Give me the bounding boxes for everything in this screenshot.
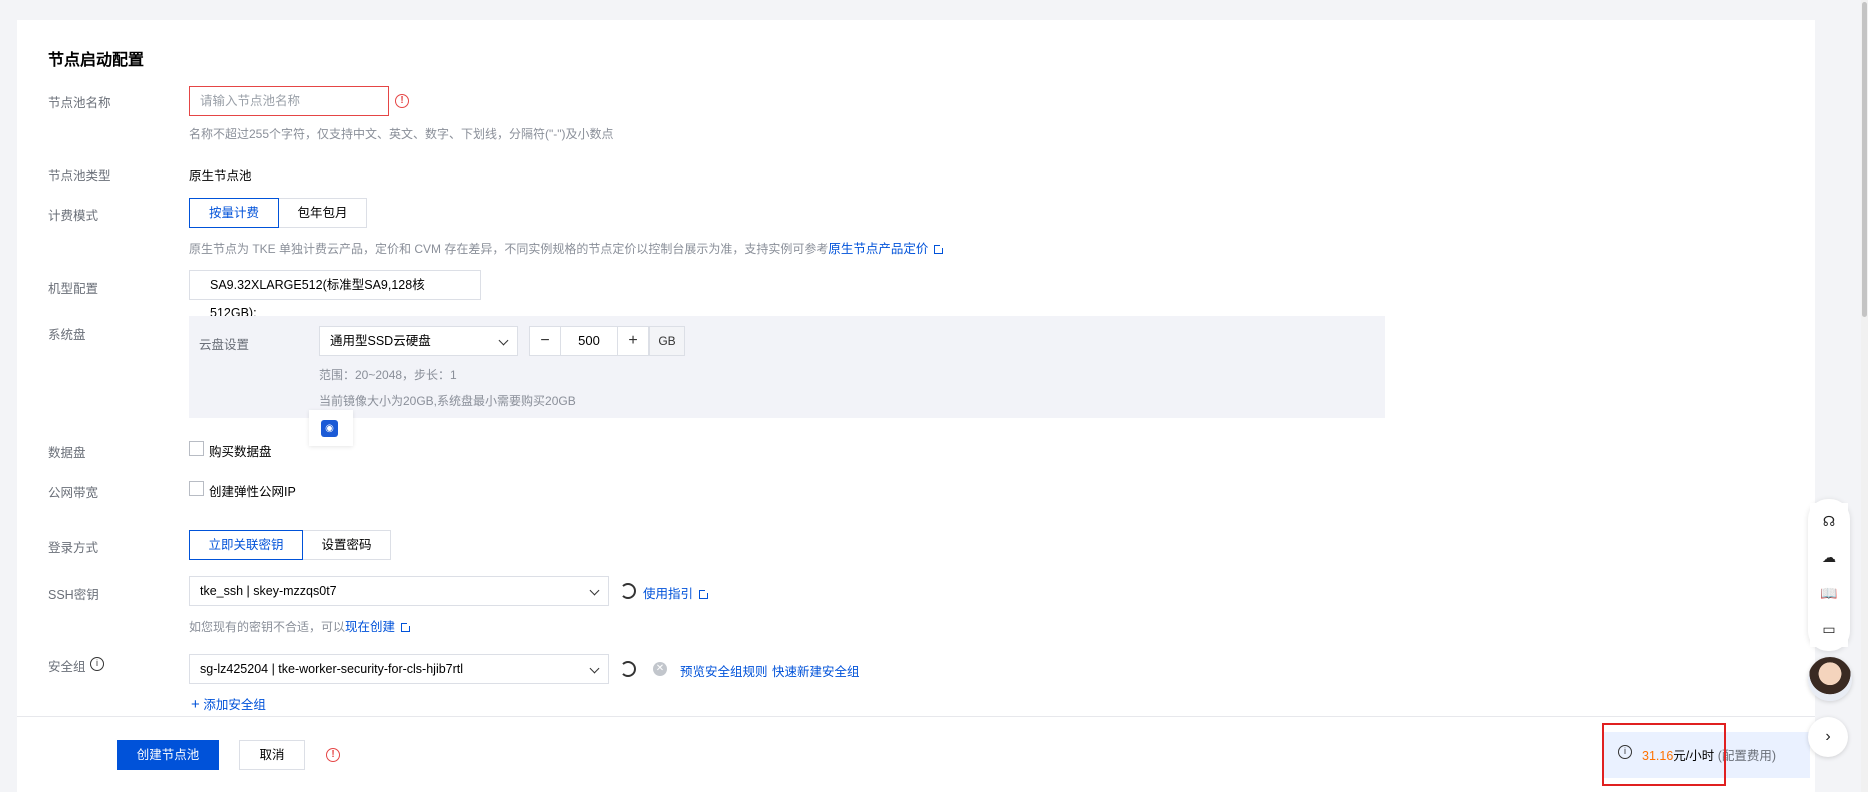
security-group-label: 安全组 bbox=[48, 660, 86, 674]
machine-field[interactable]: SA9.32XLARGE512(标准型SA9,128核512GB); bbox=[189, 270, 481, 320]
feedback-icon[interactable]: ▭ bbox=[1810, 611, 1848, 647]
error-icon: ! bbox=[395, 94, 409, 108]
external-link-icon bbox=[401, 621, 413, 632]
refresh-icon[interactable] bbox=[620, 661, 636, 677]
decrement-button[interactable]: − bbox=[530, 327, 560, 355]
pricing-link[interactable]: 原生节点产品定价 bbox=[828, 242, 928, 256]
scrollbar[interactable] bbox=[1861, 0, 1868, 792]
add-security-group[interactable]: + 添加安全组 bbox=[191, 694, 266, 713]
ssh-select[interactable]: tke_ssh | skey-mzzqs0t7 bbox=[189, 576, 609, 606]
machine-label: 机型配置 bbox=[48, 282, 99, 296]
billing-option-pay-as-you-go[interactable]: 按量计费 bbox=[189, 198, 279, 228]
eip-checkbox[interactable] bbox=[189, 481, 204, 496]
price-note: (配置费用) bbox=[1717, 749, 1777, 763]
disk-size-input[interactable]: 500 bbox=[560, 327, 618, 355]
login-option-password[interactable]: 设置密码 bbox=[303, 530, 391, 560]
quick-create-sg-link[interactable]: 快速新建安全组 bbox=[772, 661, 860, 680]
pool-name-label: 节点池名称 bbox=[48, 96, 111, 110]
avatar[interactable] bbox=[1808, 657, 1852, 701]
preview-rules-link[interactable]: 预览安全组规则 bbox=[680, 661, 768, 680]
billing-option-monthly[interactable]: 包年包月 bbox=[279, 198, 367, 228]
assistant-icon: ◉ bbox=[321, 420, 338, 437]
pool-type-value: 原生节点池 bbox=[189, 169, 252, 183]
book-icon[interactable]: 📖 bbox=[1810, 575, 1848, 611]
disk-image-hint: 当前镜像大小为20GB,系统盘最小需要购买20GB bbox=[319, 394, 576, 408]
scrollbar-thumb[interactable] bbox=[1862, 2, 1867, 317]
pool-name-hint: 名称不超过255个字符，仅支持中文、英文、数字、下划线，分隔符("-")及小数点 bbox=[189, 127, 614, 141]
add-security-group-link[interactable]: 添加安全组 bbox=[203, 698, 266, 712]
disk-size-stepper: − 500 + bbox=[529, 326, 649, 356]
ssh-value: tke_ssh | skey-mzzqs0t7 bbox=[200, 584, 337, 598]
system-disk-label: 系统盘 bbox=[48, 328, 86, 342]
login-label: 登录方式 bbox=[48, 541, 99, 555]
pool-type-label: 节点池类型 bbox=[48, 169, 111, 183]
data-disk-label: 数据盘 bbox=[48, 446, 86, 460]
security-group-select[interactable]: sg-lz425204 | tke-worker-security-for-cl… bbox=[189, 654, 609, 684]
chevron-down-icon bbox=[589, 663, 600, 674]
bandwidth-label: 公网带宽 bbox=[48, 486, 99, 500]
login-option-key[interactable]: 立即关联密钥 bbox=[189, 530, 303, 560]
cancel-button[interactable]: 取消 bbox=[239, 740, 305, 770]
external-link-icon bbox=[934, 243, 946, 254]
billing-segment: 按量计费 包年包月 bbox=[189, 198, 367, 228]
billing-hint-text: 原生节点为 TKE 单独计费云产品，定价和 CVM 存在差异，不同实例规格的节点… bbox=[189, 242, 829, 256]
ssh-hint: 如您现有的密钥不合适，可以现在创建 bbox=[189, 616, 413, 635]
billing-label: 计费模式 bbox=[48, 209, 99, 223]
pool-name-input[interactable]: 请输入节点池名称 bbox=[189, 86, 389, 116]
eip-checkbox-label[interactable]: 创建弹性公网IP bbox=[209, 481, 296, 500]
create-pool-button[interactable]: 创建节点池 bbox=[117, 740, 219, 770]
chevron-down-icon bbox=[498, 335, 509, 346]
security-group-value: sg-lz425204 | tke-worker-security-for-cl… bbox=[200, 662, 464, 676]
headset-icon[interactable]: ☊ bbox=[1810, 503, 1848, 539]
data-disk-checkbox[interactable] bbox=[189, 441, 204, 456]
price-highlight-box bbox=[1602, 723, 1726, 786]
cloud-setting-label: 云盘设置 bbox=[199, 338, 250, 352]
floating-assistant-chip[interactable]: ◉ bbox=[309, 410, 353, 446]
data-disk-checkbox-label[interactable]: 购买数据盘 bbox=[209, 441, 272, 460]
section-title: 节点启动配置 bbox=[48, 52, 145, 69]
floating-toolbar: ☊ ☁ 📖 ▭ bbox=[1808, 499, 1850, 651]
plus-icon: + bbox=[191, 696, 200, 713]
refresh-icon[interactable] bbox=[620, 583, 636, 599]
disk-unit: GB bbox=[649, 326, 685, 356]
billing-hint: 原生节点为 TKE 单独计费云产品，定价和 CVM 存在差异，不同实例规格的节点… bbox=[189, 238, 946, 257]
info-icon[interactable]: i bbox=[90, 657, 104, 671]
chevron-down-icon bbox=[589, 585, 600, 596]
increment-button[interactable]: + bbox=[618, 327, 648, 355]
ssh-hint-text: 如您现有的密钥不合适，可以 bbox=[189, 620, 346, 634]
login-segment: 立即关联密钥 设置密码 bbox=[189, 530, 391, 560]
error-icon: ! bbox=[326, 748, 340, 762]
ssh-guide-link[interactable]: 使用指引 bbox=[643, 587, 693, 601]
ssh-create-link[interactable]: 现在创建 bbox=[345, 620, 395, 634]
ssh-guide: 使用指引 bbox=[643, 583, 711, 602]
disk-type-select[interactable]: 通用型SSD云硬盘 bbox=[319, 326, 518, 356]
chevron-right-icon[interactable]: › bbox=[1808, 717, 1848, 757]
cloud-icon[interactable]: ☁ bbox=[1810, 539, 1848, 575]
clear-icon[interactable]: ✕ bbox=[653, 662, 667, 676]
disk-type-value: 通用型SSD云硬盘 bbox=[330, 334, 431, 348]
disk-range-hint: 范围：20~2048，步长：1 bbox=[319, 368, 457, 382]
ssh-label: SSH密钥 bbox=[48, 588, 99, 602]
external-link-icon bbox=[699, 588, 711, 599]
